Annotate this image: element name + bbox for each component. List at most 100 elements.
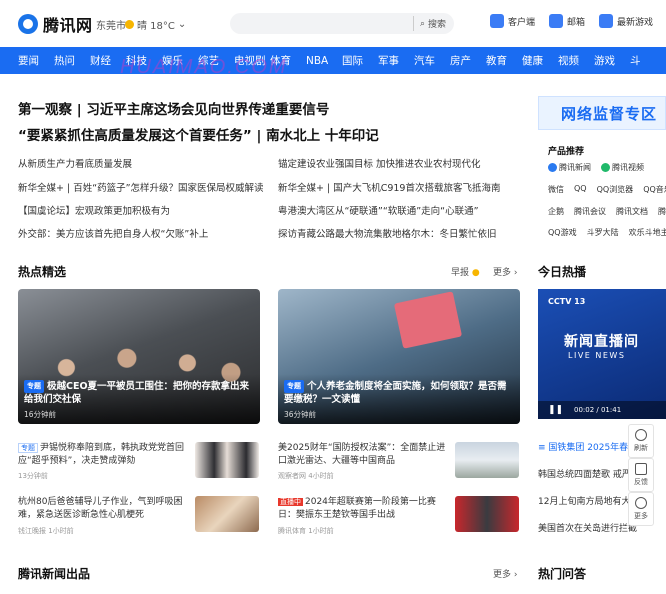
supervision-banner[interactable]: 网络监督专区: [538, 96, 666, 130]
news-link[interactable]: 粤港澳大湾区从“硬联通”“软联通”走向“心联通”: [278, 203, 479, 217]
news-link[interactable]: 锚定建设农业强国目标 加快推进农业农村现代化: [278, 156, 481, 170]
product-row: 微信 QQ QQ浏览器 QQ音乐: [548, 184, 666, 195]
banner-text: 网络监督专区: [561, 105, 658, 123]
product-link[interactable]: 微信: [548, 184, 564, 195]
sidebar-news-item[interactable]: 12月上旬南方局地有大雪: [538, 494, 639, 507]
nav-item[interactable]: NBA: [306, 55, 342, 67]
pause-icon[interactable]: ❚❚: [548, 405, 563, 415]
feedback-button[interactable]: 反馈: [628, 458, 654, 492]
news-link[interactable]: 新华全媒+ | 百姓“药篮子”怎样升级？国家医保局权威解读: [18, 180, 264, 194]
news-thumbnail[interactable]: [195, 442, 259, 478]
refresh-button[interactable]: 刷新: [628, 424, 654, 458]
logo[interactable]: 腾讯网: [18, 12, 93, 36]
card-caption: 专题 极越CEO夏一平被员工围住：把你的存款拿出来给我们交社保 16分钟前: [18, 374, 260, 424]
sun-icon: [125, 20, 134, 29]
news-thumbnail[interactable]: [195, 496, 259, 532]
product-link[interactable]: QQ浏览器: [597, 184, 634, 195]
product-link[interactable]: QQ: [574, 184, 587, 195]
product-row: 企鹅 腾讯会议 腾讯文档 腾讯手: [548, 206, 666, 217]
news-item[interactable]: 杭州80后爸爸辅导儿子作业，气到呼吸困难，紧急送医诊断急性心肌梗死: [18, 496, 188, 522]
main-nav: 要闻 热问 财经 科技 娱乐 综艺 电视剧 体育 NBA 国际 军事 汽车 房产…: [0, 47, 666, 74]
nav-item[interactable]: 房产: [450, 53, 486, 68]
nav-item[interactable]: 游戏: [594, 53, 630, 68]
header-link-games[interactable]: 最新游戏: [599, 14, 653, 28]
header-link-client[interactable]: 客户端: [490, 14, 535, 28]
nav-item[interactable]: 要闻: [18, 53, 54, 68]
weather[interactable]: 晴 18°C ⌄: [125, 17, 186, 32]
news-link[interactable]: 探访青藏公路最大物流集散地格尔木：冬日繁忙依旧: [278, 226, 497, 240]
live-badge: 直播中: [278, 498, 303, 506]
card-tag: 专题: [24, 380, 44, 393]
item-meta: 观察者网 4小时前: [278, 472, 334, 480]
product-link[interactable]: 斗罗大陆: [587, 227, 619, 238]
nav-item[interactable]: 热问: [54, 53, 90, 68]
item-meta: 钱江晚报 1小时前: [18, 527, 74, 535]
gamepad-icon: [599, 14, 614, 28]
phone-icon: [490, 14, 504, 28]
news-item[interactable]: 美2025财年“国防授权法案”：全面禁止进口激光雷达、大疆等中国商品: [278, 442, 450, 468]
mail-icon: [549, 14, 564, 28]
products-title: 产品推荐: [548, 147, 585, 157]
news-item[interactable]: 专题 尹锡悦称奉陪到底，韩执政党党首回应“超乎预料”，决走赞成弹劾: [18, 442, 188, 468]
search-button-label: 搜索: [427, 20, 446, 30]
channel-logo: CCTV 13: [548, 297, 586, 306]
product-link[interactable]: 腾讯视频: [601, 162, 644, 173]
video-time: 00:02 / 01:41: [574, 406, 622, 414]
top-headline[interactable]: 第一观察 | 习近平主席这场会见向世界传递重要信号: [18, 98, 329, 118]
news-link[interactable]: 从新质生产力看底质量发展: [18, 156, 132, 170]
nav-item[interactable]: 教育: [486, 53, 522, 68]
nav-item[interactable]: 视频: [558, 53, 594, 68]
sidebar-news-item[interactable]: 韩国总统四面楚歌 戒严: [538, 467, 631, 480]
news-card[interactable]: 专题 个人养老金制度将全面实施，如何领取？是否需要缴税？一文读懂 36分钟前: [278, 289, 520, 424]
header: 腾讯网 东莞市 晴 18°C ⌄ ⌕ 搜索 客户端 邮箱 最新游戏: [0, 0, 666, 47]
live-video-player[interactable]: CCTV 13 新闻直播间 LIVE NEWS ❚❚ 00:02 / 01:41: [538, 289, 666, 419]
video-controls: ❚❚ 00:02 / 01:41: [538, 401, 666, 419]
news-item[interactable]: 直播中 2024年超联赛第一阶段第一比赛日：樊振东王楚钦等国手出战: [278, 496, 450, 522]
nav-item[interactable]: 军事: [378, 53, 414, 68]
product-link[interactable]: 腾讯文档: [616, 206, 648, 217]
second-headline[interactable]: “要紧紧抓住高质量发展这个首要任务” | 南水北上 十年印记: [18, 124, 379, 144]
header-link-mail[interactable]: 邮箱: [549, 14, 585, 28]
video-title: 新闻直播间: [564, 334, 639, 350]
header-links: 客户端 邮箱 最新游戏: [490, 14, 653, 28]
search-input[interactable]: ⌕ 搜索: [230, 13, 454, 34]
card-tag: 专题: [284, 380, 304, 393]
product-link[interactable]: 腾讯新闻: [548, 162, 591, 173]
product-link[interactable]: 欢乐斗地主: [629, 227, 666, 238]
product-link[interactable]: 腾讯会议: [574, 206, 606, 217]
product-link[interactable]: QQ音乐: [643, 184, 666, 195]
product-row: QQ游戏 斗罗大陆 欢乐斗地主: [548, 227, 666, 238]
more-link[interactable]: 更多 ›: [493, 265, 517, 278]
news-photo: [393, 291, 463, 349]
feedback-icon: [635, 463, 647, 475]
more-button[interactable]: 更多: [628, 492, 654, 526]
more-link[interactable]: 更多 ›: [493, 567, 517, 580]
product-link[interactable]: QQ游戏: [548, 227, 577, 238]
section-title-hot-qa: 热门问答: [538, 567, 587, 581]
sidebar-news-item[interactable]: ≡ 国铁集团 2025年春运: [538, 440, 637, 453]
nav-item[interactable]: 斗: [630, 53, 666, 68]
news-link[interactable]: 外交部：美方应该首先把自身人权“欠账”补上: [18, 226, 208, 240]
city-selector[interactable]: 东莞市: [96, 17, 126, 32]
product-link[interactable]: 腾讯手: [658, 206, 666, 217]
nav-item[interactable]: 健康: [522, 53, 558, 68]
tencent-video-icon: [601, 163, 610, 172]
search-button[interactable]: ⌕ 搜索: [412, 16, 446, 31]
card-meta: 36分钟前: [284, 410, 317, 419]
news-thumbnail[interactable]: [455, 496, 519, 532]
weather-text: 晴 18°C: [137, 21, 175, 32]
section-title-today-hot: 今日热播: [538, 265, 587, 279]
news-thumbnail[interactable]: [455, 442, 519, 478]
chevron-down-icon: ⌄: [177, 19, 187, 30]
early-news-link[interactable]: 早报 ●: [451, 265, 480, 278]
sidebar-news-item[interactable]: 美国首次在关岛进行拦截: [538, 521, 637, 534]
nav-item[interactable]: 国际: [342, 53, 378, 68]
nav-item[interactable]: 汽车: [414, 53, 450, 68]
product-link[interactable]: 企鹅: [548, 206, 564, 217]
news-link[interactable]: 新华全媒+ | 国产大飞机C919首次搭载旅客飞抵海南: [278, 180, 500, 194]
news-link[interactable]: 【国虞论坛】宏观政策更加积极有为: [18, 203, 170, 217]
news-card[interactable]: 专题 极越CEO夏一平被员工围住：把你的存款拿出来给我们交社保 16分钟前: [18, 289, 260, 424]
item-meta: 13分钟前: [18, 472, 48, 480]
card-title: 专题 极越CEO夏一平被员工围住：把你的存款拿出来给我们交社保: [24, 380, 250, 405]
product-row: 腾讯新闻 腾讯视频: [548, 162, 644, 173]
